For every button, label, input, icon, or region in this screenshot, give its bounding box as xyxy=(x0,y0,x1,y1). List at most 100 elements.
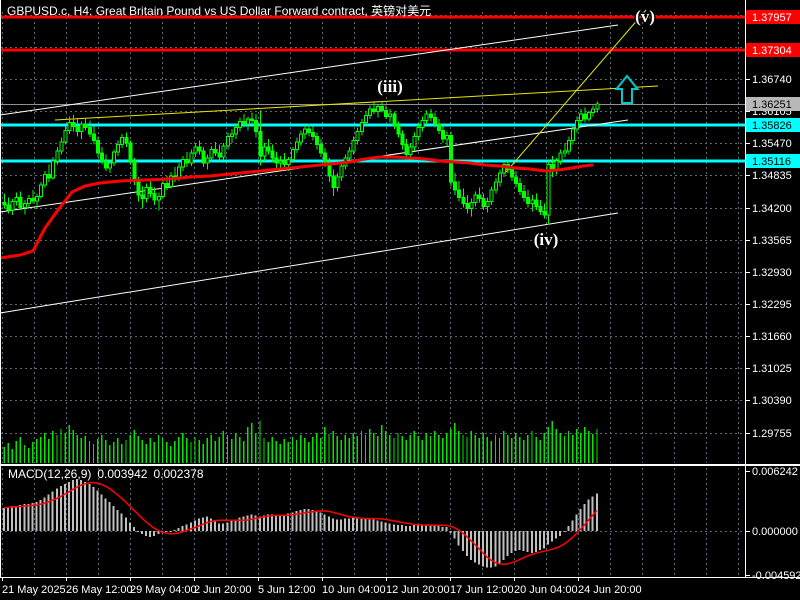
candle-body xyxy=(424,113,429,122)
channel-lower-line[interactable] xyxy=(0,212,619,314)
volume-bar xyxy=(429,436,432,463)
pane-separator[interactable] xyxy=(0,464,800,466)
volume-bar xyxy=(15,441,18,463)
macd-bar xyxy=(173,530,176,532)
candle-body xyxy=(43,174,48,186)
price-axis[interactable]: 1.380101.373751.367401.361051.354701.348… xyxy=(745,10,800,582)
candle-body xyxy=(148,186,153,194)
candle-body xyxy=(307,128,311,134)
volume-bar xyxy=(251,423,253,463)
macd-bar xyxy=(197,518,200,531)
macd-main-value: 0.003942 xyxy=(97,467,148,481)
macd-bar xyxy=(356,517,359,531)
macd-bar xyxy=(124,517,127,531)
volume-bars xyxy=(3,421,598,463)
macd-bar xyxy=(116,509,119,531)
macd-bar xyxy=(364,518,367,531)
price-tick-label: 1.30390 xyxy=(752,395,792,407)
macd-bar xyxy=(149,531,152,537)
wave-label[interactable]: (iii) xyxy=(376,76,405,98)
channel-upper-line[interactable] xyxy=(0,24,619,116)
volume-bar xyxy=(417,436,420,463)
volume-bar xyxy=(486,437,489,463)
volume-bar xyxy=(23,445,26,463)
macd-bar xyxy=(372,519,375,531)
macd-bar xyxy=(67,481,70,531)
volume-bar xyxy=(283,439,286,463)
candle-body xyxy=(55,150,60,162)
macd-bar xyxy=(376,520,379,531)
volume-bar xyxy=(243,441,245,463)
chart-canvas[interactable]: 1.380101.373751.367401.361051.354701.348… xyxy=(0,0,800,600)
macd-bar xyxy=(583,504,586,531)
up-arrow-icon[interactable] xyxy=(614,74,640,104)
macd-histogram xyxy=(3,479,598,568)
volume-bar xyxy=(202,444,204,463)
macd-bar xyxy=(457,531,460,546)
macd-bar xyxy=(530,531,533,554)
volume-bar xyxy=(31,442,34,463)
macd-bar xyxy=(323,514,326,531)
macd-bar xyxy=(31,503,34,531)
macd-bar xyxy=(47,494,50,531)
candle-body xyxy=(144,186,149,199)
price-tick-label: 1.34835 xyxy=(752,170,792,182)
volume-bar xyxy=(409,435,411,463)
wave-label[interactable]: (iv) xyxy=(532,229,560,251)
time-tick-label: 12 Jun 20:00 xyxy=(386,584,450,596)
volume-bar xyxy=(555,429,558,463)
price-tick-label: 1.29755 xyxy=(752,428,792,440)
macd-bar xyxy=(563,531,566,532)
macd-bar xyxy=(567,526,570,531)
time-tick-label: 26 May 12:00 xyxy=(66,584,133,596)
candle-body xyxy=(449,135,454,183)
candle-body xyxy=(522,190,527,198)
macd-bar xyxy=(417,525,420,531)
candle-body xyxy=(6,204,11,211)
macd-bar xyxy=(214,521,217,531)
volume-bar xyxy=(117,438,119,463)
candle-body xyxy=(461,196,466,205)
macd-bar xyxy=(100,494,103,531)
macd-bar xyxy=(165,531,168,532)
volume-bar xyxy=(64,433,66,463)
macd-bar xyxy=(283,514,286,531)
time-axis[interactable]: 21 May 2025 26 May 12:0029 May 04:002 Jun… xyxy=(2,577,642,596)
candle-body xyxy=(347,150,352,159)
macd-bar xyxy=(15,506,18,531)
candle-body xyxy=(185,158,190,164)
macd-bar xyxy=(153,531,156,536)
volume-bar xyxy=(92,444,95,463)
candle-body xyxy=(376,105,381,112)
macd-bar xyxy=(218,523,221,531)
wave-label[interactable]: (v) xyxy=(634,6,657,28)
yellow-trend-line[interactable] xyxy=(54,85,659,121)
volume-bar xyxy=(405,440,407,463)
price-badge-label: 1.35116 xyxy=(752,156,791,168)
macd-bar xyxy=(335,519,338,531)
macd-bar xyxy=(136,531,139,532)
candle-body xyxy=(319,143,324,154)
candle-body xyxy=(213,148,218,154)
volume-bar xyxy=(413,431,415,463)
candle-body xyxy=(367,108,372,116)
macd-bar xyxy=(327,516,330,531)
candle-body xyxy=(79,123,84,133)
macd-bar xyxy=(465,531,468,556)
candle-body xyxy=(404,143,409,155)
volume-bar xyxy=(393,438,395,463)
volume-bar xyxy=(308,442,310,463)
macd-bar xyxy=(538,531,541,551)
volume-bar xyxy=(206,438,208,463)
macd-bar xyxy=(120,513,123,531)
candle-body xyxy=(18,196,23,209)
candle-body xyxy=(254,120,259,133)
volume-bar xyxy=(462,435,464,463)
candle-body xyxy=(39,184,44,197)
candle-body xyxy=(384,109,389,117)
candle-body xyxy=(22,203,27,209)
volume-bar xyxy=(121,444,123,463)
candle-body xyxy=(583,113,588,120)
volume-bar xyxy=(478,438,480,463)
candle-body xyxy=(10,200,15,211)
